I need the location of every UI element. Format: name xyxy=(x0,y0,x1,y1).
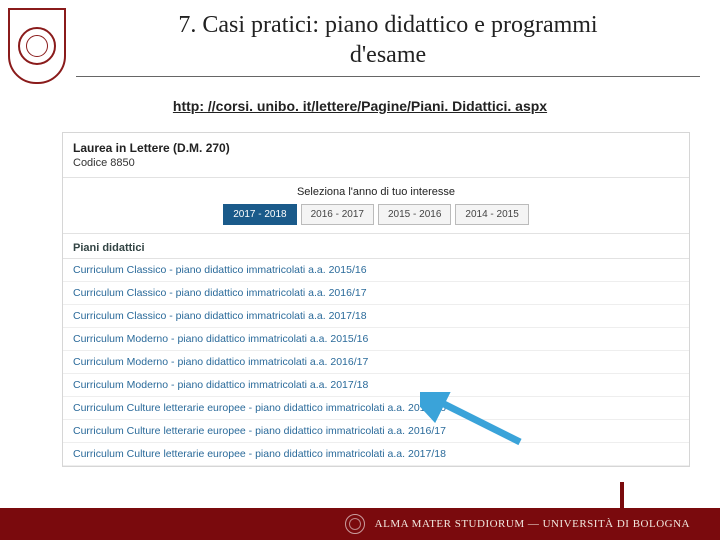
plan-link[interactable]: Curriculum Moderno - piano didattico imm… xyxy=(63,351,689,374)
title-block: 7. Casi pratici: piano didattico e progr… xyxy=(76,8,700,77)
plan-link[interactable]: Curriculum Culture letterarie europee - … xyxy=(63,397,689,420)
footer-seal-icon xyxy=(345,514,365,534)
plan-link[interactable]: Curriculum Moderno - piano didattico imm… xyxy=(63,328,689,351)
plan-link[interactable]: Curriculum Classico - piano didattico im… xyxy=(63,282,689,305)
plan-link[interactable]: Curriculum Culture letterarie europee - … xyxy=(63,420,689,443)
piani-heading: Piani didattici xyxy=(63,234,689,259)
plan-link[interactable]: Curriculum Classico - piano didattico im… xyxy=(63,305,689,328)
unibo-seal-icon xyxy=(8,8,66,84)
footer-bar: ALMA MATER STUDIORUM ― UNIVERSITÀ DI BOL… xyxy=(0,508,720,540)
footer-accent xyxy=(620,482,624,508)
select-year-label: Seleziona l'anno di tuo interesse xyxy=(73,186,679,198)
plan-link[interactable]: Curriculum Culture letterarie europee - … xyxy=(63,443,689,466)
embedded-screenshot: Laurea in Lettere (D.M. 270) Codice 8850… xyxy=(62,132,690,467)
degree-code: Codice 8850 xyxy=(63,157,689,177)
year-button[interactable]: 2015 - 2016 xyxy=(378,204,451,225)
title-line-1: 7. Casi pratici: piano didattico e progr… xyxy=(178,12,597,38)
reference-url[interactable]: http: //corsi. unibo. it/lettere/Pagine/… xyxy=(0,98,720,114)
year-button[interactable]: 2014 - 2015 xyxy=(455,204,528,225)
title-underline xyxy=(76,76,700,77)
plans-list: Curriculum Classico - piano didattico im… xyxy=(63,259,689,466)
slide-header: 7. Casi pratici: piano didattico e progr… xyxy=(0,0,720,84)
year-selector: Seleziona l'anno di tuo interesse 2017 -… xyxy=(63,177,689,234)
plan-link[interactable]: Curriculum Moderno - piano didattico imm… xyxy=(63,374,689,397)
year-buttons: 2017 - 20182016 - 20172015 - 20162014 - … xyxy=(73,204,679,225)
footer-text: ALMA MATER STUDIORUM ― UNIVERSITÀ DI BOL… xyxy=(375,518,690,530)
year-button[interactable]: 2017 - 2018 xyxy=(223,204,296,225)
title-line-2: d'esame xyxy=(350,42,426,68)
year-button[interactable]: 2016 - 2017 xyxy=(301,204,374,225)
slide-title: 7. Casi pratici: piano didattico e progr… xyxy=(76,10,700,70)
plan-link[interactable]: Curriculum Classico - piano didattico im… xyxy=(63,259,689,282)
degree-title: Laurea in Lettere (D.M. 270) xyxy=(63,133,689,157)
